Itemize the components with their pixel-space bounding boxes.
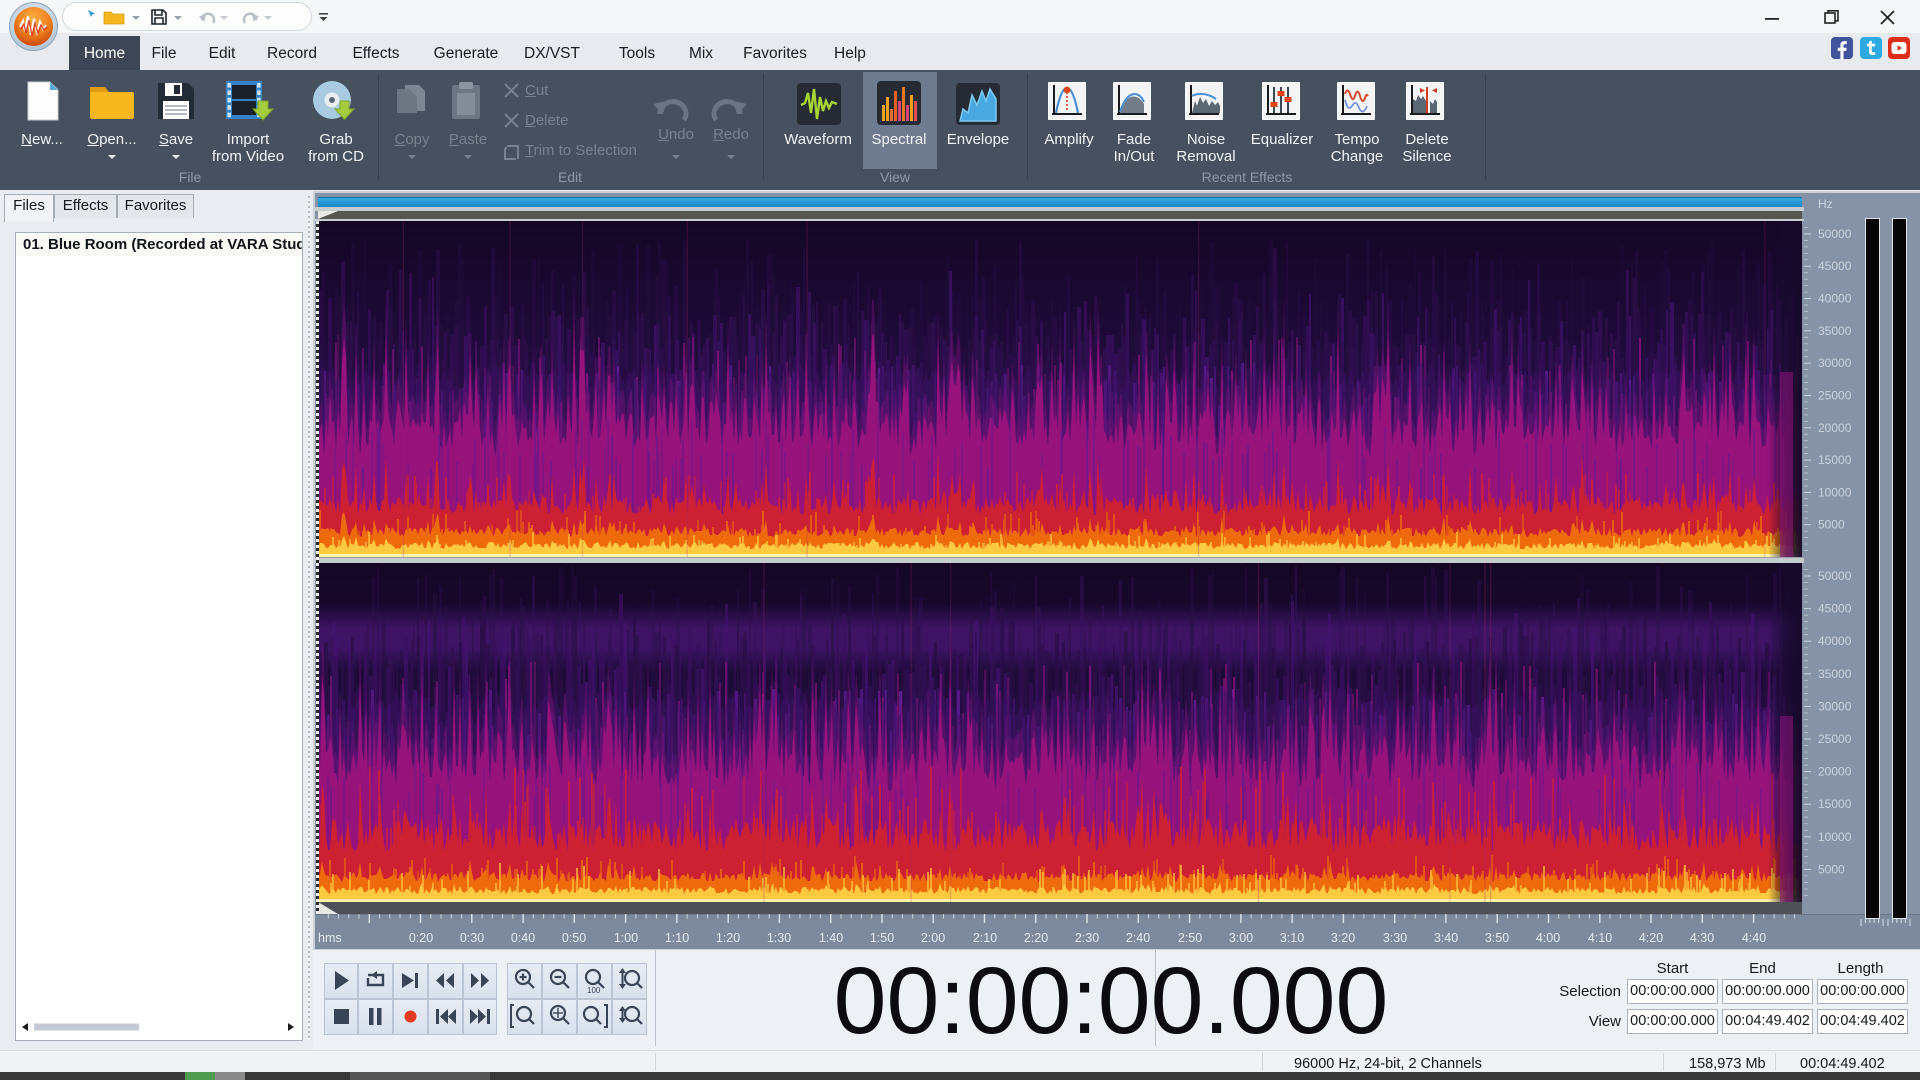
svg-text:10000: 10000: [1818, 830, 1852, 844]
svg-text:45000: 45000: [1818, 259, 1852, 273]
svg-text:5000: 5000: [1818, 518, 1845, 532]
svg-text:30000: 30000: [1818, 699, 1852, 713]
svg-text:50000: 50000: [1818, 569, 1852, 583]
svg-text:35000: 35000: [1818, 667, 1852, 681]
svg-text:30000: 30000: [1818, 356, 1852, 370]
svg-text:20000: 20000: [1818, 421, 1852, 435]
svg-text:15000: 15000: [1818, 453, 1852, 467]
svg-text:40000: 40000: [1818, 292, 1852, 306]
svg-text:Hz: Hz: [1818, 197, 1833, 211]
svg-text:25000: 25000: [1818, 389, 1852, 403]
svg-text:20000: 20000: [1818, 765, 1852, 779]
svg-text:100: 100: [587, 986, 601, 995]
svg-text:15000: 15000: [1818, 797, 1852, 811]
svg-text:25000: 25000: [1818, 732, 1852, 746]
svg-text:50000: 50000: [1818, 227, 1852, 241]
svg-text:40000: 40000: [1818, 634, 1852, 648]
svg-text:10000: 10000: [1818, 485, 1852, 499]
svg-text:35000: 35000: [1818, 324, 1852, 338]
svg-text:45000: 45000: [1818, 602, 1852, 616]
svg-text:5000: 5000: [1818, 862, 1845, 876]
